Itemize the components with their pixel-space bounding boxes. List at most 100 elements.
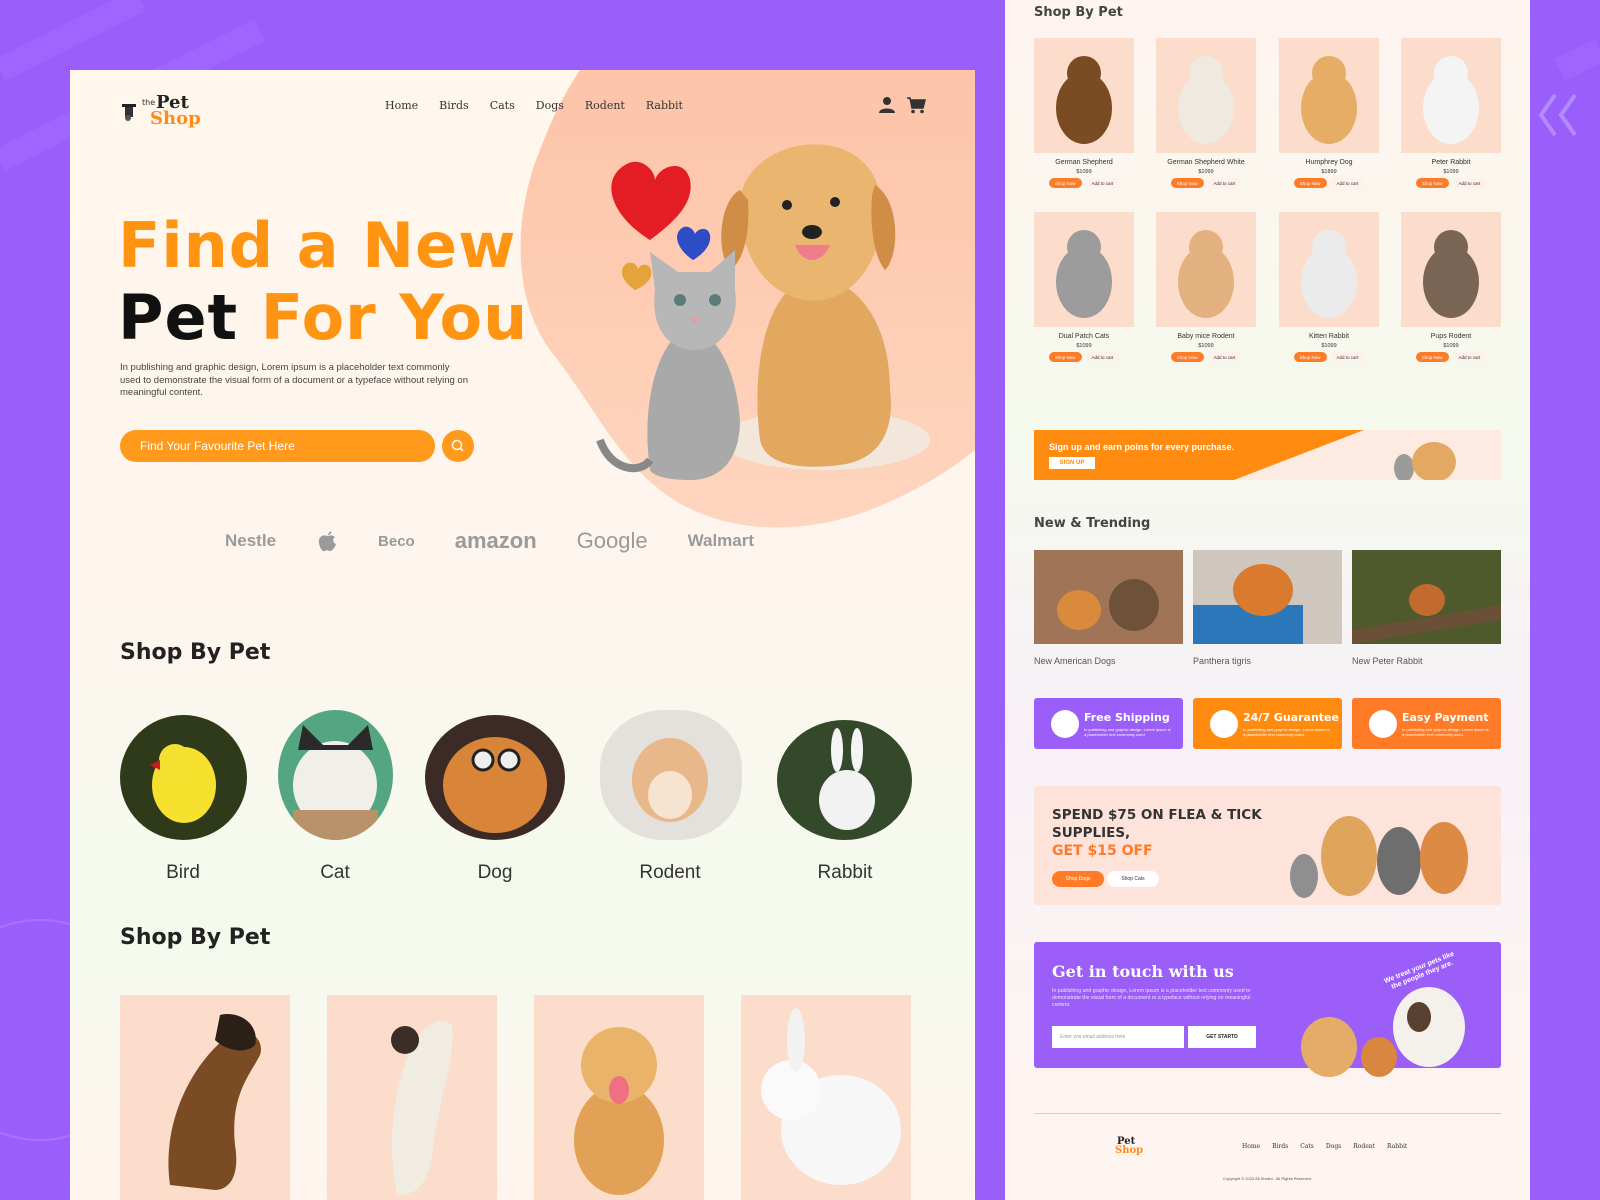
product-photo [1423,230,1479,318]
footer-nav-rabbit[interactable]: Rabbit [1387,1143,1407,1150]
feature-free-shipping: Free Shipping In publishing and graphic … [1034,698,1183,749]
get-started-button[interactable]: GET STARTD [1188,1026,1256,1048]
search-button[interactable] [442,430,474,462]
shop-cats-button[interactable]: Shop Cats [1107,871,1159,887]
category-rodent-image[interactable] [600,710,742,840]
product-card[interactable]: Pups Rodent $1099 Shop Now Add to cart [1401,212,1501,362]
feature-sub-3: In publishing and graphic design, Lorem … [1402,727,1489,737]
add-to-cart-button[interactable]: Add to cart [1330,352,1365,362]
product-photo [1056,56,1112,144]
promo-pets-image [1290,816,1468,898]
trending-title: New & Trending [1034,516,1151,531]
product-card[interactable]: Dual Patch Cats $1099 Shop Now Add to cart [1034,212,1134,362]
truck-icon [1051,710,1079,738]
shop-now-button[interactable]: Shop Now [1293,352,1327,362]
category-label-cat: Cat [320,862,350,883]
product-card-large-2[interactable] [327,995,497,1200]
brand-nestle: Nestle [225,531,277,550]
white-shepherd-image [391,1021,453,1195]
add-to-cart-button[interactable]: Add to cart [1330,178,1365,188]
footer-nav-dogs[interactable]: Dogs [1326,1143,1341,1150]
logo[interactable]: the Pet Shop [120,90,205,130]
nav-dogs[interactable]: Dogs [536,99,564,112]
product-name: Dual Patch Cats [1058,333,1110,340]
email-input[interactable]: Enter you email address here [1052,1026,1184,1048]
trending-card-2[interactable]: Panthera tigris [1193,550,1342,666]
add-to-cart-button[interactable]: Add to cart [1207,178,1242,188]
product-photo [1423,56,1479,144]
nav-rodent[interactable]: Rodent [585,99,625,112]
trending-card-3[interactable]: New Peter Rabbit [1352,550,1501,666]
search-input[interactable]: Find Your Favourite Pet Here [120,430,435,462]
user-icon[interactable] [878,96,896,114]
shop-now-button[interactable]: Shop Now [1293,178,1327,188]
add-to-cart-button[interactable]: Add to cart [1452,352,1487,362]
footer-logo[interactable]: Pet Shop [1103,1136,1153,1160]
category-cat-image[interactable] [278,710,393,840]
contact-pets-image [1301,987,1465,1077]
promo-offer: GET $15 OFF [1052,843,1153,859]
category-dog-image[interactable] [425,715,565,840]
shop-now-button[interactable]: Shop Now [1170,178,1204,188]
shop-now-button[interactable]: Shop Now [1048,178,1082,188]
feature-title-3: Easy Payment [1402,711,1489,724]
nav-birds[interactable]: Birds [439,99,469,112]
shop-now-button[interactable]: Shop Now [1048,352,1082,362]
product-card[interactable]: Kitten Rabbit $1099 Shop Now Add to cart [1279,212,1379,362]
trending-card-1[interactable]: New American Dogs [1034,550,1183,666]
product-photo [1056,230,1112,318]
footer-nav-cats[interactable]: Cats [1300,1143,1314,1150]
shop-by-pet-title-2: Shop By Pet [120,925,271,950]
shop-by-pet-title-3: Shop By Pet [1034,5,1123,20]
shop-dogs-button[interactable]: Shop Dogs [1052,871,1104,887]
hero-paragraph: In publishing and graphic design, Lorem … [120,362,468,398]
product-name: German Shepherd [1055,159,1113,166]
product-photo [1301,230,1357,318]
footer-nav-rodent[interactable]: Rodent [1353,1143,1375,1150]
feature-easy-payment: Easy Payment In publishing and graphic d… [1352,698,1501,749]
product-price: $1899 [1321,169,1337,175]
product-image [1279,38,1379,153]
shop-now-button[interactable]: Shop Now [1415,178,1449,188]
hero-pets-image [596,144,930,480]
footer-nav-birds[interactable]: Birds [1272,1143,1288,1150]
apple-icon [318,531,337,552]
nav-cats[interactable]: Cats [490,99,515,112]
category-rabbit-image[interactable] [777,720,912,840]
footer-nav: Home Birds Cats Dogs Rodent Rabbit [1242,1143,1419,1150]
category-bird-image[interactable] [120,715,247,840]
product-card[interactable]: Peter Rabbit $1099 Shop Now Add to cart [1401,38,1501,188]
product-price: $1099 [1443,343,1459,349]
product-card[interactable]: Baby mice Rodent $1099 Shop Now Add to cart [1156,212,1256,362]
product-price: $1099 [1321,343,1337,349]
product-image [1034,38,1134,153]
product-photo [1178,230,1234,318]
nav-rabbit[interactable]: Rabbit [646,99,683,112]
product-price: $1099 [1198,343,1214,349]
feature-sub-1: In publishing and graphic design, Lorem … [1084,727,1171,737]
product-card[interactable]: German Shepherd $1099 Shop Now Add to cart [1034,38,1134,188]
shop-now-button[interactable]: Shop Now [1415,352,1449,362]
product-image [1156,212,1256,327]
shop-now-button[interactable]: Shop Now [1170,352,1204,362]
product-card-large-1[interactable] [120,995,290,1200]
footer-nav-home[interactable]: Home [1242,1143,1260,1150]
add-to-cart-button[interactable]: Add to cart [1085,178,1120,188]
hero-line-1: Find a New [118,209,517,282]
signup-button[interactable]: SIGN UP [1049,457,1095,469]
add-to-cart-button[interactable]: Add to cart [1452,178,1487,188]
add-to-cart-button[interactable]: Add to cart [1085,352,1120,362]
product-card[interactable]: Humphrey Dog $1899 Shop Now Add to cart [1279,38,1379,188]
product-card[interactable]: German Shepherd White $1099 Shop Now Add to… [1156,38,1256,188]
cart-icon[interactable] [906,96,926,114]
category-label-bird: Bird [166,862,200,883]
promo-line-1: SPEND $75 ON FLEA & TICK [1052,807,1262,823]
product-image [1401,38,1501,153]
nav-home[interactable]: Home [385,99,418,112]
shop-by-pet-title-1: Shop By Pet [120,640,271,665]
trending-dogs-image [1034,550,1183,644]
feature-title-1: Free Shipping [1084,711,1170,724]
product-card-large-3[interactable] [534,995,704,1200]
product-card-large-4[interactable] [741,995,911,1200]
add-to-cart-button[interactable]: Add to cart [1207,352,1242,362]
